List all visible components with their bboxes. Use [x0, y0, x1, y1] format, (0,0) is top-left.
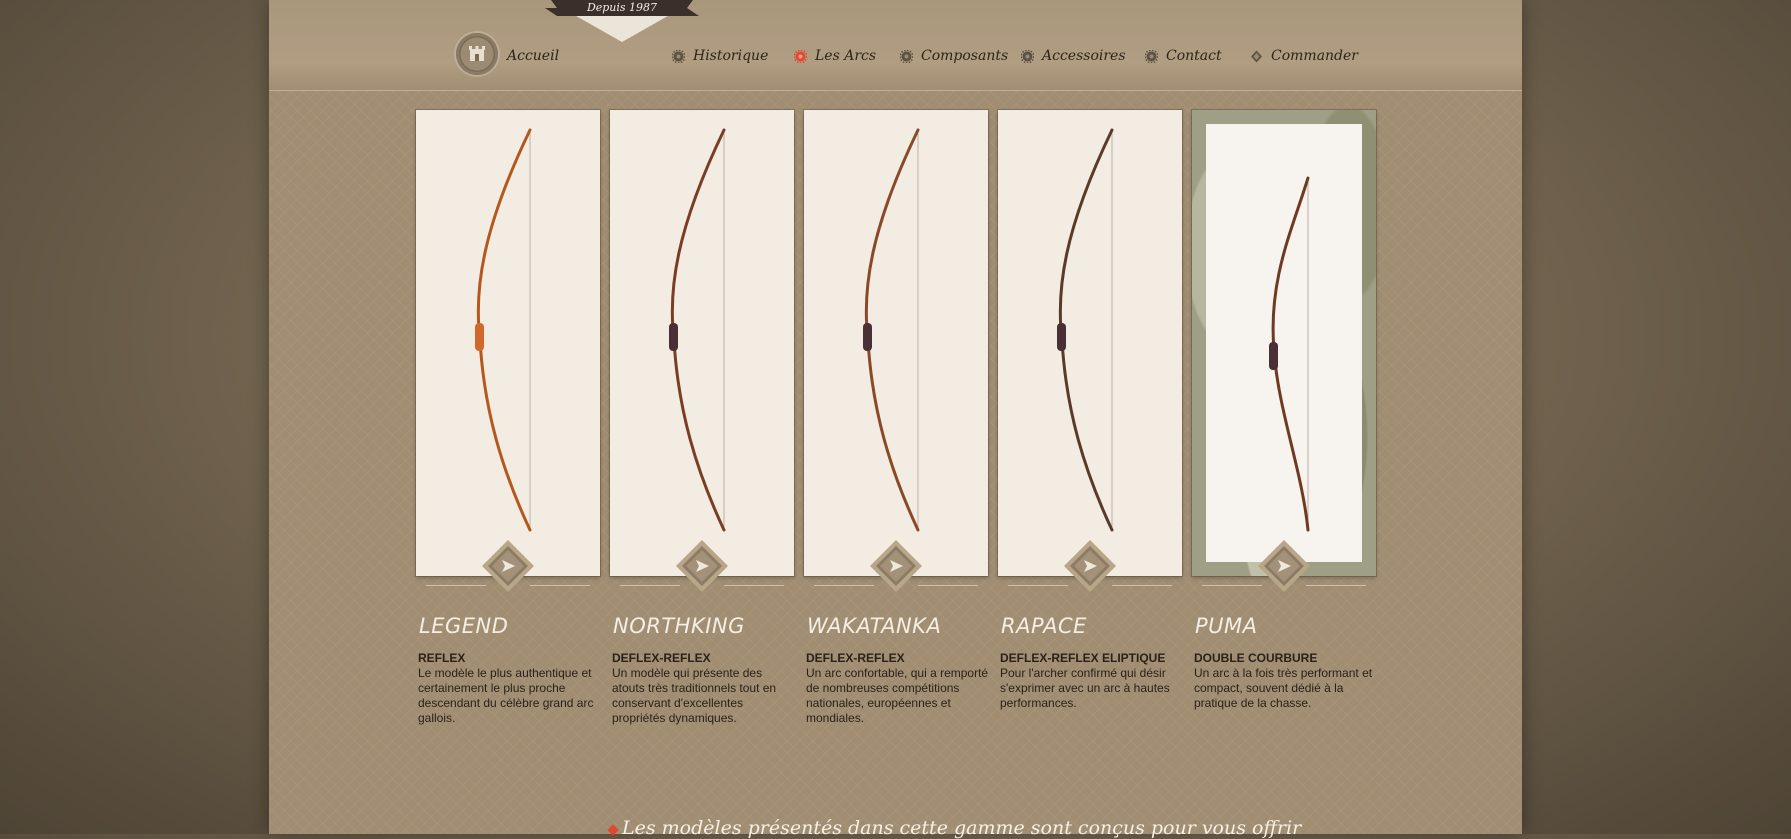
bow-grip: [863, 323, 872, 351]
badge-text: Depuis 1987: [586, 1, 657, 14]
gear-icon: [1145, 49, 1158, 63]
bow-card-wakatanka[interactable]: [804, 110, 988, 576]
bow-title[interactable]: RAPACE: [1001, 614, 1087, 638]
nav-item-contact[interactable]: Contact: [1145, 48, 1222, 64]
nav-item-label: Composants: [921, 48, 1009, 64]
divider-line: [620, 585, 680, 586]
bow-type: DOUBLE COURBURE: [1194, 651, 1318, 665]
card-arrow-area: [998, 540, 1182, 600]
divider-line: [918, 585, 978, 586]
page-container: Depuis 1987 Accueil Historique Les Arcs …: [269, 0, 1522, 839]
bow-type: DEFLEX-REFLEX ELIPTIQUE: [1000, 651, 1166, 665]
bow-grip: [1057, 323, 1066, 351]
bow-limb: [476, 128, 532, 532]
bow-description: Le modèle le plus authentique et certain…: [418, 666, 594, 725]
divider-line: [814, 585, 874, 586]
nav-item-accessoires[interactable]: Accessoires: [1021, 48, 1126, 64]
bow-description: Pour l'archer confirmé qui désir s'expri…: [1000, 666, 1170, 710]
bow-card-northking[interactable]: [610, 110, 794, 576]
bow-image: [669, 128, 726, 532]
bow-title[interactable]: LEGEND: [419, 614, 508, 638]
card-arrow-area: [804, 540, 988, 600]
gear-icon: [900, 49, 913, 63]
gear-icon: [672, 49, 685, 63]
divider-line: [1202, 585, 1262, 586]
divider-line: [426, 585, 486, 586]
bow-image: [863, 128, 920, 532]
divider-line: [1008, 585, 1068, 586]
card-arrow-area: [610, 540, 794, 600]
intro-text: Les modèles présentés dans cette gamme s…: [622, 817, 1302, 839]
nav-home-link[interactable]: Accueil: [507, 48, 559, 64]
bow-title[interactable]: WAKATANKA: [807, 614, 941, 638]
bow-image: [1269, 176, 1310, 532]
arrow-right-icon[interactable]: [870, 540, 922, 592]
main-navigation: Depuis 1987 Accueil Historique Les Arcs …: [269, 0, 1522, 91]
gear-icon: [1021, 49, 1034, 63]
divider-line: [1112, 585, 1172, 586]
bow-type: REFLEX: [418, 651, 466, 665]
divider-line: [530, 585, 590, 586]
diamond-icon: [1251, 50, 1262, 62]
card-arrow-area: [1192, 540, 1376, 600]
nav-item-label: Les Arcs: [815, 48, 877, 64]
nav-item-historique[interactable]: Historique: [672, 48, 768, 64]
card-arrow-area: [416, 540, 600, 600]
divider-line: [1306, 585, 1366, 586]
bow-card-puma[interactable]: [1192, 110, 1376, 576]
bow-description: Un arc à la fois très performant et comp…: [1194, 666, 1373, 710]
bow-image: [475, 128, 532, 532]
depuis-1987-badge: Depuis 1987: [545, 0, 699, 42]
bow-type: DEFLEX-REFLEX: [612, 651, 711, 665]
bow-card-rapace[interactable]: [998, 110, 1182, 576]
arrow-right-icon[interactable]: [1064, 540, 1116, 592]
nav-item-les-arcs[interactable]: Les Arcs: [794, 48, 876, 64]
bow-grip: [1269, 342, 1278, 370]
bow-type: DEFLEX-REFLEX: [806, 651, 905, 665]
bow-limb: [1058, 128, 1114, 532]
bow-title[interactable]: NORTHKING: [613, 614, 745, 638]
bow-limb: [670, 128, 726, 532]
bow-limb: [864, 128, 920, 532]
nav-item-label: Commander: [1271, 48, 1358, 64]
arrow-right-icon[interactable]: [482, 540, 534, 592]
bow-grip: [475, 323, 484, 351]
bow-card-legend[interactable]: [416, 110, 600, 576]
bow-limb: [1271, 176, 1310, 532]
bow-image: [1057, 128, 1114, 532]
nav-item-composants[interactable]: Composants: [900, 48, 1008, 64]
nav-item-label: Historique: [693, 48, 769, 64]
bow-description: Un modèle qui présente des atouts très t…: [612, 666, 777, 725]
arrow-right-icon[interactable]: [676, 540, 728, 592]
nav-item-label: Accessoires: [1042, 48, 1126, 64]
nav-item-label: Contact: [1166, 48, 1222, 64]
arrow-right-icon[interactable]: [1258, 540, 1310, 592]
home-castle-icon[interactable]: [456, 33, 498, 75]
nav-item-commander[interactable]: Commander: [1250, 48, 1358, 64]
bow-description: Un arc confortable, qui a remporté de no…: [806, 666, 989, 725]
gear-icon-active: [794, 49, 807, 63]
divider-line: [724, 585, 784, 586]
bow-title[interactable]: PUMA: [1195, 614, 1258, 638]
bow-grip: [669, 323, 678, 351]
